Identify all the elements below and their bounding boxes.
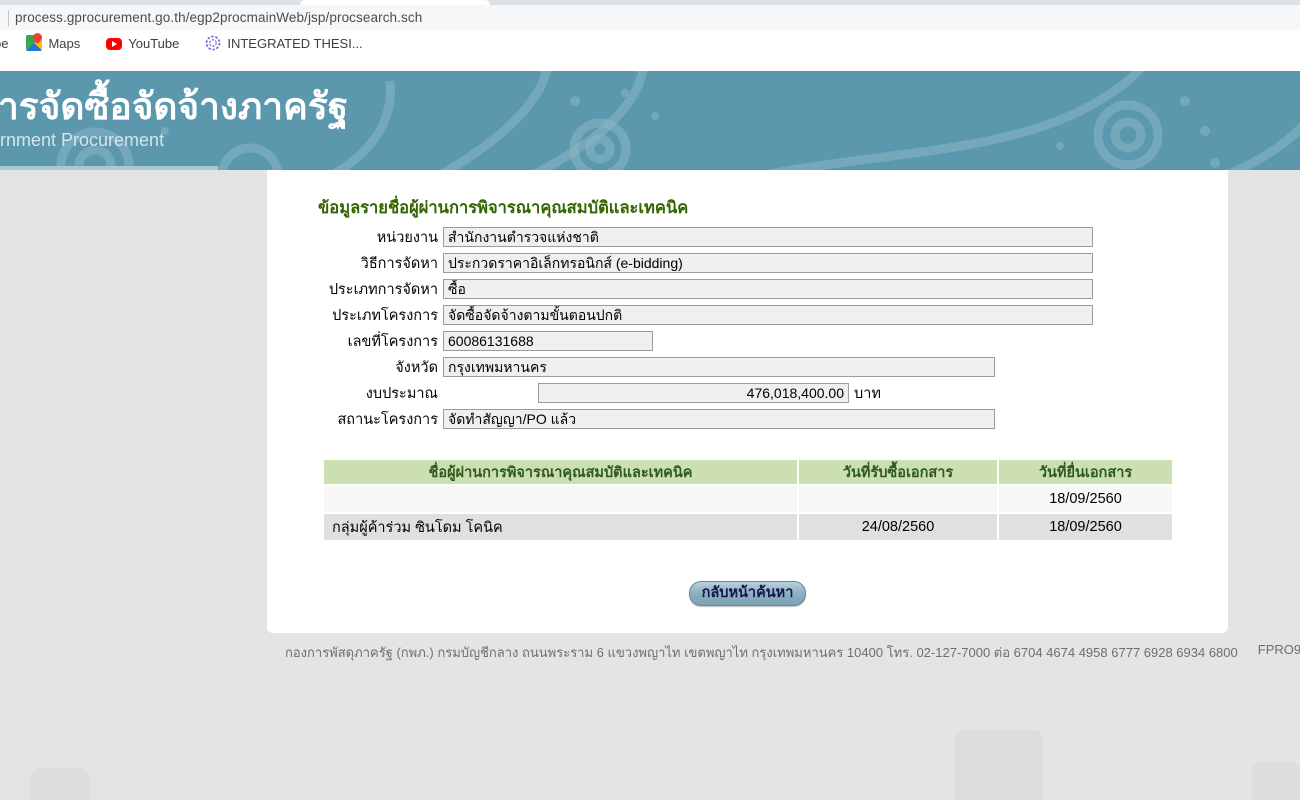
footer-page-code: FPRO9965: [1258, 642, 1300, 663]
form-row: ประเภทโครงการ จัดซื้อจัดจ้างตามขั้นตอนปก…: [267, 302, 1228, 328]
table-header-row: ชื่อผู้ผ่านการพิจารณาคุณสมบัติและเทคนิค …: [323, 459, 1173, 485]
form-row: จังหวัด กรุงเทพมหานคร: [267, 354, 1228, 380]
page-title: ข้อมูลรายชื่อผู้ผ่านการพิจารณาคุณสมบัติแ…: [318, 195, 688, 221]
chrome-page-gap: [0, 56, 1300, 71]
field-value-project-number[interactable]: 60086131688: [443, 331, 653, 351]
budget-unit-label: บาท: [854, 382, 881, 405]
field-value-procurement-type[interactable]: ซื้อ: [443, 279, 1093, 299]
field-label: วิธีการจัดหา: [267, 252, 438, 275]
field-label: สถานะโครงการ: [267, 408, 438, 431]
background-building-shape: [955, 730, 1043, 800]
form-row: วิธีการจัดหา ประกวดราคาอิเล็กทรอนิกส์ (e…: [267, 250, 1228, 276]
field-label: จังหวัด: [267, 356, 438, 379]
form-row: เลขที่โครงการ 60086131688: [267, 328, 1228, 354]
page-footer: กองการพัสดุภาครัฐ (กพภ.) กรมบัญชีกลาง ถน…: [285, 642, 1216, 663]
table-row: 18/09/2560: [323, 485, 1173, 513]
bookmark-label: INTEGRATED THESI...: [227, 36, 362, 51]
cell-doc-purchase-date: [798, 485, 998, 513]
field-label: เลขที่โครงการ: [267, 330, 438, 353]
field-value-procurement-method[interactable]: ประกวดราคาอิเล็กทรอนิกส์ (e-bidding): [443, 253, 1093, 273]
page-background: ข้อมูลรายชื่อผู้ผ่านการพิจารณาคุณสมบัติแ…: [0, 170, 1300, 800]
banner-subtitle-english: rnment Procurement: [0, 130, 164, 151]
cell-doc-submit-date: 18/09/2560: [998, 485, 1173, 513]
qualified-bidders-table: ชื่อผู้ผ่านการพิจารณาคุณสมบัติและเทคนิค …: [322, 458, 1174, 542]
bookmark-item-maps[interactable]: Maps: [26, 35, 80, 51]
form-row: หน่วยงาน สำนักงานตำรวจแห่งชาติ: [267, 224, 1228, 250]
bookmark-item-youtube[interactable]: YouTube: [106, 36, 179, 51]
bookmarks-bar: be Maps YouTube INTEGRATED THESI...: [0, 30, 1300, 56]
purple-spiral-icon: [205, 35, 221, 51]
field-label: ประเภทโครงการ: [267, 304, 438, 327]
field-value-agency[interactable]: สำนักงานตำรวจแห่งชาติ: [443, 227, 1093, 247]
back-to-search-button[interactable]: กลับหน้าค้นหา: [689, 581, 807, 606]
form-row: งบประมาณ 476,018,400.00 บาท: [267, 380, 1228, 406]
bookmark-label: YouTube: [128, 36, 179, 51]
cell-bidder-name: กลุ่มผู้ค้าร่วม ซินโดม โคนิค: [323, 513, 798, 541]
column-header-bidder-name: ชื่อผู้ผ่านการพิจารณาคุณสมบัติและเทคนิค: [323, 459, 798, 485]
table-row: กลุ่มผู้ค้าร่วม ซินโดม โคนิค 24/08/2560 …: [323, 513, 1173, 541]
column-header-doc-purchase-date: วันที่รับซื้อเอกสาร: [798, 459, 998, 485]
button-row: กลับหน้าค้นหา: [267, 581, 1228, 606]
url-text[interactable]: process.gprocurement.go.th/egp2procmainW…: [15, 10, 422, 25]
field-label: ประเภทการจัดหา: [267, 278, 438, 301]
bookmark-label: Maps: [48, 36, 80, 51]
form-row: ประเภทการจัดหา ซื้อ: [267, 276, 1228, 302]
youtube-icon: [106, 38, 122, 50]
site-banner: ารจัดซื้อจัดจ้างภาครัฐ rnment Procuremen…: [0, 71, 1300, 170]
project-detail-form: หน่วยงาน สำนักงานตำรวจแห่งชาติ วิธีการจั…: [267, 224, 1228, 432]
field-label: งบประมาณ: [267, 382, 438, 405]
cell-doc-submit-date: 18/09/2560: [998, 513, 1173, 541]
background-building-shape: [30, 768, 90, 800]
bookmark-item-partial[interactable]: be: [0, 36, 8, 51]
form-row: สถานะโครงการ จัดทำสัญญา/PO แล้ว: [267, 406, 1228, 432]
field-value-budget[interactable]: 476,018,400.00: [538, 383, 849, 403]
banner-title-thai: ารจัดซื้อจัดจ้างภาครัฐ: [0, 77, 348, 136]
footer-address-text: กองการพัสดุภาครัฐ (กพภ.) กรมบัญชีกลาง ถน…: [285, 642, 1238, 663]
toolbar-separator: [8, 10, 9, 26]
bookmark-item-integrated-thesis[interactable]: INTEGRATED THESI...: [205, 35, 362, 51]
bookmark-label: be: [0, 36, 8, 51]
cell-bidder-name: [323, 485, 798, 513]
field-value-project-status[interactable]: จัดทำสัญญา/PO แล้ว: [443, 409, 995, 429]
content-panel: ข้อมูลรายชื่อผู้ผ่านการพิจารณาคุณสมบัติแ…: [267, 170, 1228, 633]
google-maps-icon: [26, 35, 42, 51]
column-header-doc-submit-date: วันที่ยื่นเอกสาร: [998, 459, 1173, 485]
browser-window: process.gprocurement.go.th/egp2procmainW…: [0, 0, 1300, 800]
background-building-shape: [1252, 762, 1300, 800]
field-value-province[interactable]: กรุงเทพมหานคร: [443, 357, 995, 377]
address-bar[interactable]: process.gprocurement.go.th/egp2procmainW…: [0, 5, 1300, 30]
field-label: หน่วยงาน: [267, 226, 438, 249]
cell-doc-purchase-date: 24/08/2560: [798, 513, 998, 541]
field-value-project-type[interactable]: จัดซื้อจัดจ้างตามขั้นตอนปกติ: [443, 305, 1093, 325]
